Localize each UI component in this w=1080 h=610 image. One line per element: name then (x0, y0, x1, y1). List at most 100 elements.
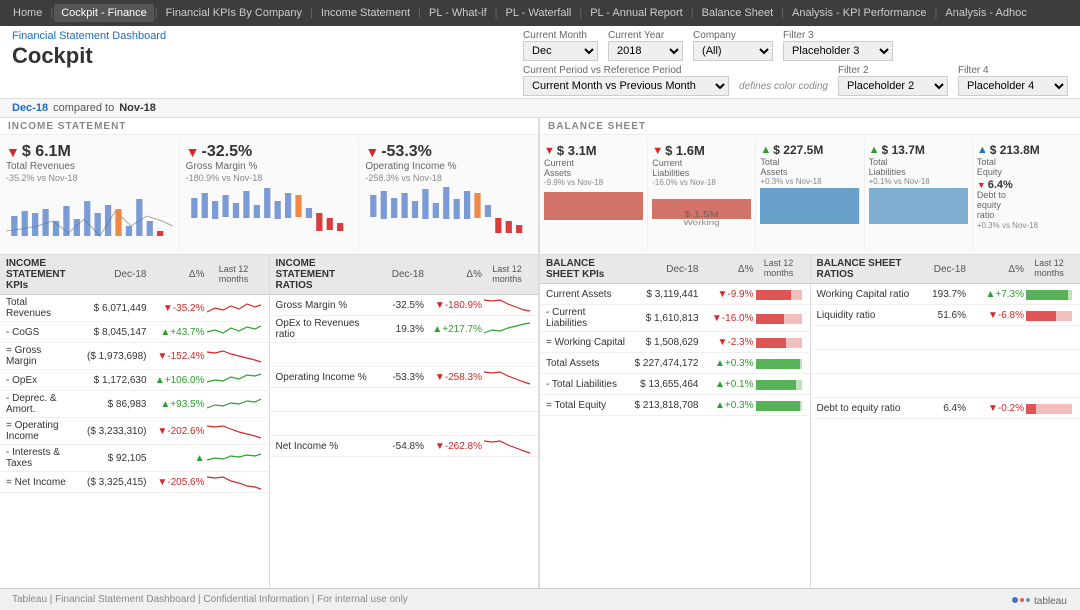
revenues-value: $ 6.1M (22, 143, 71, 161)
nav-analysis-adhoc[interactable]: Analysis - Adhoc (938, 4, 1033, 22)
is-col-last12: Last 12months (205, 265, 263, 285)
is-row-netincome: = Net Income ($ 3,325,415) ▼-205.6% (0, 472, 269, 493)
is-row-opincome: = Operating Income ($ 3,233,310) ▼-202.6… (0, 418, 269, 445)
svg-text:Working: Working (684, 218, 720, 226)
nav-analysis-kpi[interactable]: Analysis - KPI Performance (785, 4, 934, 22)
nav-separator7: | (691, 7, 694, 19)
bs-ratio-empty1 (811, 326, 1080, 350)
bs-ratios-title: BALANCE SHEET RATIOS (817, 258, 917, 280)
is-col-delta: Δ% (147, 269, 205, 280)
nav-pl-waterfall[interactable]: PL - Waterfall (499, 4, 579, 22)
is-table-title: INCOME STATEMENT KPIs (6, 258, 75, 291)
grossmargin-label: Gross Margin % (186, 161, 353, 172)
is-ratio-grossmargin: Gross Margin % -32.5% ▼-180.9% (270, 295, 539, 316)
company-label: Company (693, 30, 773, 41)
opincome-label: Operating Income % (365, 161, 532, 172)
page-title: Cockpit (12, 43, 166, 69)
is-ratios-title: INCOME STATEMENT RATIOS (276, 258, 370, 291)
filter3-select[interactable]: Placeholder 3 (783, 41, 893, 61)
is-row-cogs: - CoGS $ 8,045,147 ▲+43.7% (0, 322, 269, 343)
is-ratio-empty (270, 343, 539, 367)
bs-ratios-col-last12: Last 12months (1024, 259, 1074, 279)
bs-ratio-workcap: Working Capital ratio 193.7% ▲+7.3% (811, 284, 1080, 305)
balance-sheet-label: BALANCE SHEET (540, 118, 1080, 135)
bs-ratios-col-delta: Δ% (966, 264, 1024, 275)
is-kpi-opincome: ▼ -53.3% Operating Income % -258.3% vs N… (359, 139, 538, 250)
filter4-filter: Filter 4 Placeholder 4 (958, 65, 1068, 96)
bs-kpi-equity: ▲ $ 213.8M TotalEquity ▼ 6.4% Debt toequ… (973, 139, 1080, 250)
breadcrumb[interactable]: Financial Statement Dashboard (12, 30, 166, 42)
current-period-label: Current Period vs Reference Period (523, 65, 729, 76)
is-kpi-grossmargin: ▼ -32.5% Gross Margin % -180.9% vs Nov-1… (180, 139, 360, 250)
bs-row-workcap: = Working Capital $ 1,508,629 ▼-2.3% (540, 332, 810, 353)
nav-separator2: | (155, 7, 158, 19)
income-statement-label: INCOME STATEMENT (0, 118, 538, 135)
nav-income[interactable]: Income Statement (314, 4, 417, 22)
current-month-filter: Current Month Dec (523, 30, 598, 61)
is-row-deprec: - Deprec. & Amort. $ 86,983 ▲+93.5% (0, 391, 269, 418)
current-year-filter: Current Year 2018 (608, 30, 683, 61)
is-ratios-col-last12: Last 12months (482, 265, 532, 285)
is-ratio-empty2 (270, 388, 539, 412)
compared-label: compared to (53, 102, 114, 114)
is-col-date: Dec-18 (75, 269, 147, 280)
nav-cockpit-finance[interactable]: Cockpit - Finance (54, 4, 154, 22)
nav-financial-kpis[interactable]: Financial KPIs By Company (159, 4, 309, 22)
bs-kpi-totalliab: ▲ $ 13.7M TotalLiabilities +0.1% vs Nov-… (865, 139, 973, 250)
is-ratio-opincome-pct: Operating Income % -53.3% ▼-258.3% (270, 367, 539, 388)
filter3-filter: Filter 3 Placeholder 3 (783, 30, 893, 61)
bs-ratio-debt: Debt to equity ratio 6.4% ▼-0.2% (811, 398, 1080, 419)
opincome-delta: -258.3% vs Nov-18 (365, 173, 532, 183)
is-row-revenues: Total Revenues $ 6,071,449 ▼-35.2% (0, 295, 269, 322)
revenues-label: Total Revenues (6, 161, 173, 172)
bs-ratios-col-date: Dec-18 (916, 264, 966, 275)
nav-separator9: | (935, 7, 938, 19)
color-coding-text: defines color coding (739, 81, 828, 96)
nav-separator5: | (495, 7, 498, 19)
nav-separator6: | (579, 7, 582, 19)
filter4-label: Filter 4 (958, 65, 1068, 76)
current-period-filter: Current Period vs Reference Period Curre… (523, 65, 729, 96)
nav-pl-annual[interactable]: PL - Annual Report (583, 4, 690, 22)
is-ratios-col-delta: Δ% (424, 269, 482, 280)
grossmargin-delta: -180.9% vs Nov-18 (186, 173, 353, 183)
bs-row-currassets: Current Assets $ 3,119,441 ▼-9.9% (540, 284, 810, 305)
is-ratio-netincome-pct: Net Income % -54.8% ▼-262.8% (270, 436, 539, 457)
current-period-select[interactable]: Current Month vs Previous Month (523, 76, 729, 96)
bs-col-last12: Last 12months (754, 259, 804, 279)
is-ratios-col-date: Dec-18 (369, 269, 424, 280)
bs-kpi-liabilities: ▼ $ 1.6M CurrentLiabilities -16.0% vs No… (648, 139, 756, 250)
bs-kpi-assets: ▼ $ 3.1M CurrentAssets -9.9% vs Nov-18 (540, 139, 648, 250)
is-row-opex: - OpEx $ 1,172,630 ▲+106.0% (0, 370, 269, 391)
current-month-label: Current Month (523, 30, 598, 41)
nav-separator4: | (418, 7, 421, 19)
bs-col-date: Dec-18 (627, 264, 699, 275)
filter4-select[interactable]: Placeholder 4 (958, 76, 1068, 96)
filter3-label: Filter 3 (783, 30, 893, 41)
filter2-select[interactable]: Placeholder 2 (838, 76, 948, 96)
company-select[interactable]: (All) (693, 41, 773, 61)
footer-text: Tableau | Financial Statement Dashboard … (12, 594, 408, 605)
bs-row-currliab: - Current Liabilities $ 1,610,813 ▼-16.0… (540, 305, 810, 332)
is-ratio-empty3 (270, 412, 539, 436)
nav-pl-whatif[interactable]: PL - What-if (422, 4, 494, 22)
nav-separator: | (50, 7, 53, 19)
current-date: Dec-18 (12, 102, 48, 114)
is-ratio-opex-rev: OpEx to Revenues ratio 19.3% ▲+217.7% (270, 316, 539, 343)
nav-home[interactable]: Home (6, 4, 49, 22)
bs-row-totalliab: - Total Liabilities $ 13,655,464 ▲+0.1% (540, 374, 810, 395)
current-year-select[interactable]: 2018 (608, 41, 683, 61)
bs-ratio-liquidity: Liquidity ratio 51.6% ▼-6.8% (811, 305, 1080, 326)
current-month-select[interactable]: Dec (523, 41, 598, 61)
nav-separator3: | (310, 7, 313, 19)
bs-row-totalequity: = Total Equity $ 213,818,708 ▲+0.3% (540, 395, 810, 416)
compared-date: Nov-18 (119, 102, 156, 114)
opincome-value: -53.3% (381, 143, 432, 161)
current-year-label: Current Year (608, 30, 683, 41)
bs-ratio-empty3 (811, 374, 1080, 398)
svg-text:tableau: tableau (1034, 596, 1067, 607)
nav-balance[interactable]: Balance Sheet (695, 4, 781, 22)
nav-separator8: | (781, 7, 784, 19)
bs-ratio-empty2 (811, 350, 1080, 374)
is-row-grossmargin: = Gross Margin ($ 1,973,698) ▼-152.4% (0, 343, 269, 370)
